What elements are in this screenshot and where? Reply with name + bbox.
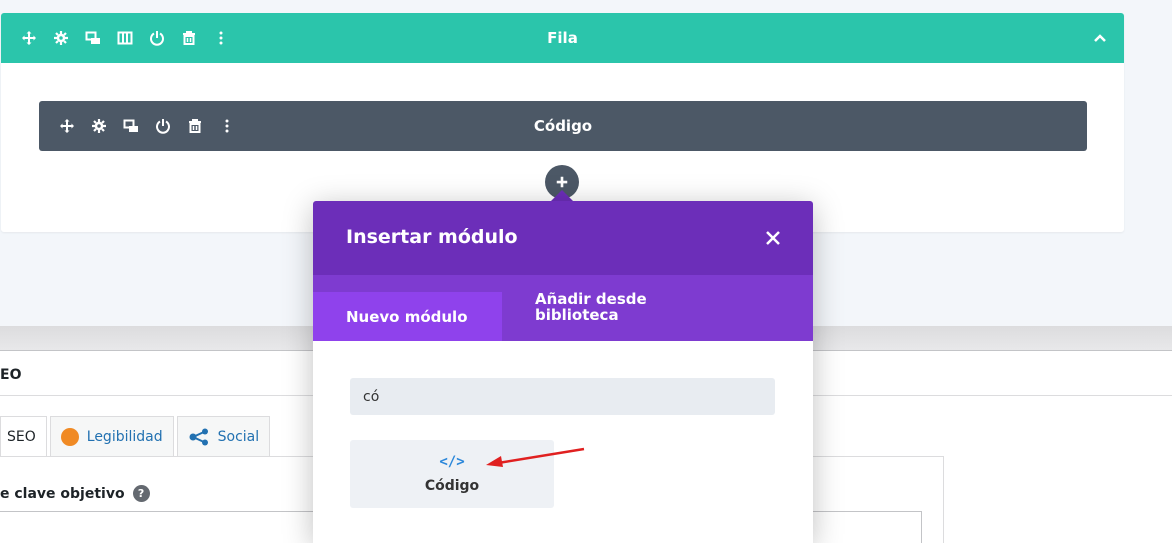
help-icon[interactable]: ? xyxy=(132,485,150,502)
duplicate-icon[interactable] xyxy=(121,116,141,136)
module-result-label: Código xyxy=(424,478,480,494)
trash-icon[interactable] xyxy=(179,28,199,48)
move-icon[interactable] xyxy=(57,116,77,136)
focus-keyphrase-text: e clave objetivo xyxy=(0,485,125,502)
tab-add-from-library[interactable]: Añadir desde biblioteca xyxy=(535,291,695,323)
close-icon[interactable] xyxy=(763,228,783,248)
module-toolbar xyxy=(57,101,237,151)
share-icon xyxy=(189,428,208,445)
tab-social[interactable]: Social xyxy=(176,416,271,456)
columns-icon[interactable] xyxy=(115,28,135,48)
module-search-input[interactable] xyxy=(350,378,775,415)
modal-tabs: Nuevo módulo Añadir desde biblioteca xyxy=(313,275,813,341)
chevron-up-icon[interactable] xyxy=(1090,28,1110,48)
tab-new-module-label: Nuevo módulo xyxy=(346,307,468,326)
gear-icon[interactable] xyxy=(89,116,109,136)
module-header[interactable]: Código xyxy=(39,101,1087,151)
annotation-arrow-icon xyxy=(486,447,585,467)
power-icon[interactable] xyxy=(153,116,173,136)
plus-icon xyxy=(556,176,568,188)
move-icon[interactable] xyxy=(19,28,39,48)
tab-social-label: Social xyxy=(217,428,260,445)
row-header[interactable]: Fila xyxy=(1,13,1124,63)
row-toolbar xyxy=(19,13,231,63)
readability-score-icon xyxy=(60,427,79,446)
modal-title: Insertar módulo xyxy=(346,226,518,248)
more-options-icon[interactable] xyxy=(211,28,231,48)
more-options-icon[interactable] xyxy=(217,116,237,136)
seo-metabox-title: EO xyxy=(0,367,22,383)
power-icon[interactable] xyxy=(147,28,167,48)
tab-readability-label: Legibilidad xyxy=(86,428,163,445)
tab-readability[interactable]: Legibilidad xyxy=(49,416,174,456)
trash-icon[interactable] xyxy=(185,116,205,136)
focus-keyphrase-label: e clave objetivo ? xyxy=(0,485,150,502)
duplicate-icon[interactable] xyxy=(83,28,103,48)
modal-header: Insertar módulo xyxy=(313,201,813,275)
gear-icon[interactable] xyxy=(51,28,71,48)
tab-new-module[interactable]: Nuevo módulo xyxy=(313,292,502,341)
insert-module-modal: Insertar módulo Nuevo módulo Añadir desd… xyxy=(313,201,813,543)
seo-tabs: SEO Legibilidad Social xyxy=(0,416,273,456)
tab-seo[interactable]: SEO xyxy=(0,416,47,456)
code-icon: </> xyxy=(439,454,465,470)
tab-seo-label: SEO xyxy=(7,428,36,445)
